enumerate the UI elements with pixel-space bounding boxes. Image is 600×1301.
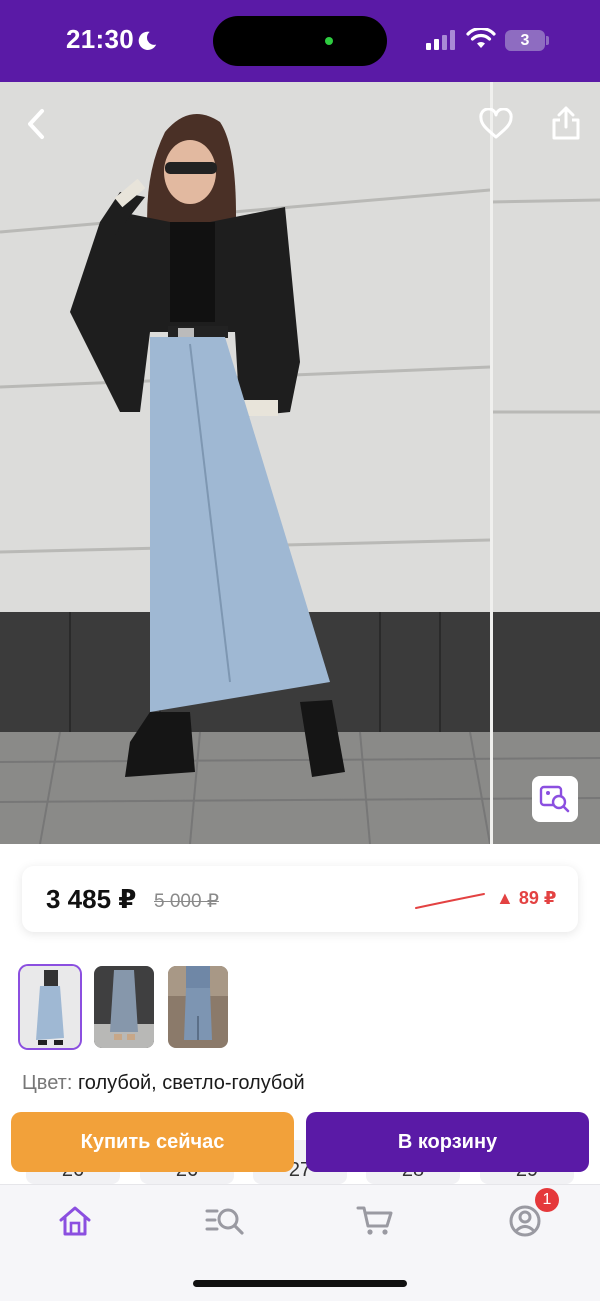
back-button[interactable]: [16, 104, 56, 144]
add-to-cart-button[interactable]: В корзину: [306, 1112, 589, 1172]
color-label: Цвет:: [22, 1072, 73, 1094]
buy-now-button[interactable]: Купить сейчас: [11, 1112, 294, 1172]
nav-catalog-search[interactable]: [203, 1201, 247, 1241]
share-icon: [552, 106, 580, 140]
favorite-button[interactable]: [474, 102, 518, 146]
price-change-value: 89 ₽: [518, 888, 557, 908]
color-value: голубой, светло-голубой: [77, 1072, 305, 1094]
thumbnail-image: [20, 966, 80, 1048]
thumbnail-image: [94, 966, 154, 1048]
status-bar: 21:30 3: [0, 0, 600, 82]
thumbnail-2[interactable]: [94, 966, 154, 1048]
back-arrow-icon: [28, 109, 44, 139]
home-icon: [59, 1206, 91, 1236]
current-price: 3 485 ₽: [46, 884, 137, 914]
moon-icon: [138, 31, 157, 50]
profile-notification-badge: 1: [535, 1188, 559, 1212]
visual-search-button[interactable]: [532, 776, 578, 822]
cellular-signal-icon: [426, 30, 455, 50]
battery-level: 3: [520, 32, 530, 49]
price-change[interactable]: ▲ 89 ₽: [496, 888, 556, 909]
thumbnail-image: [168, 966, 228, 1048]
old-price: 5 000 ₽: [154, 891, 219, 912]
home-indicator: [193, 1280, 407, 1287]
camera-indicator: [325, 37, 333, 45]
profile-icon: [509, 1205, 541, 1237]
price-card: 3 485 ₽ 5 000 ₽ ▲ 89 ₽: [22, 866, 578, 932]
heart-icon: [479, 108, 513, 139]
price-trend-sparkline[interactable]: [414, 890, 486, 912]
product-photo: [0, 82, 600, 844]
visual-search-icon: [539, 785, 570, 813]
nav-cart[interactable]: [353, 1201, 397, 1241]
nav-home[interactable]: [53, 1201, 97, 1241]
thumbnail-3[interactable]: [168, 966, 228, 1048]
triangle-up-icon: ▲: [496, 888, 514, 908]
battery-icon: 3: [505, 30, 545, 51]
share-button[interactable]: [544, 100, 588, 146]
battery-tip: [546, 36, 549, 45]
catalog-search-icon: [205, 1208, 244, 1235]
thumbnail-1[interactable]: [20, 966, 80, 1048]
color-info: Цвет: голубой, светло-голубой: [22, 1072, 305, 1095]
wifi-icon: [466, 28, 496, 48]
cart-icon: [356, 1206, 393, 1235]
status-time: 21:30: [66, 24, 134, 54]
product-image-gallery[interactable]: [0, 82, 600, 844]
dynamic-island: [213, 16, 387, 66]
